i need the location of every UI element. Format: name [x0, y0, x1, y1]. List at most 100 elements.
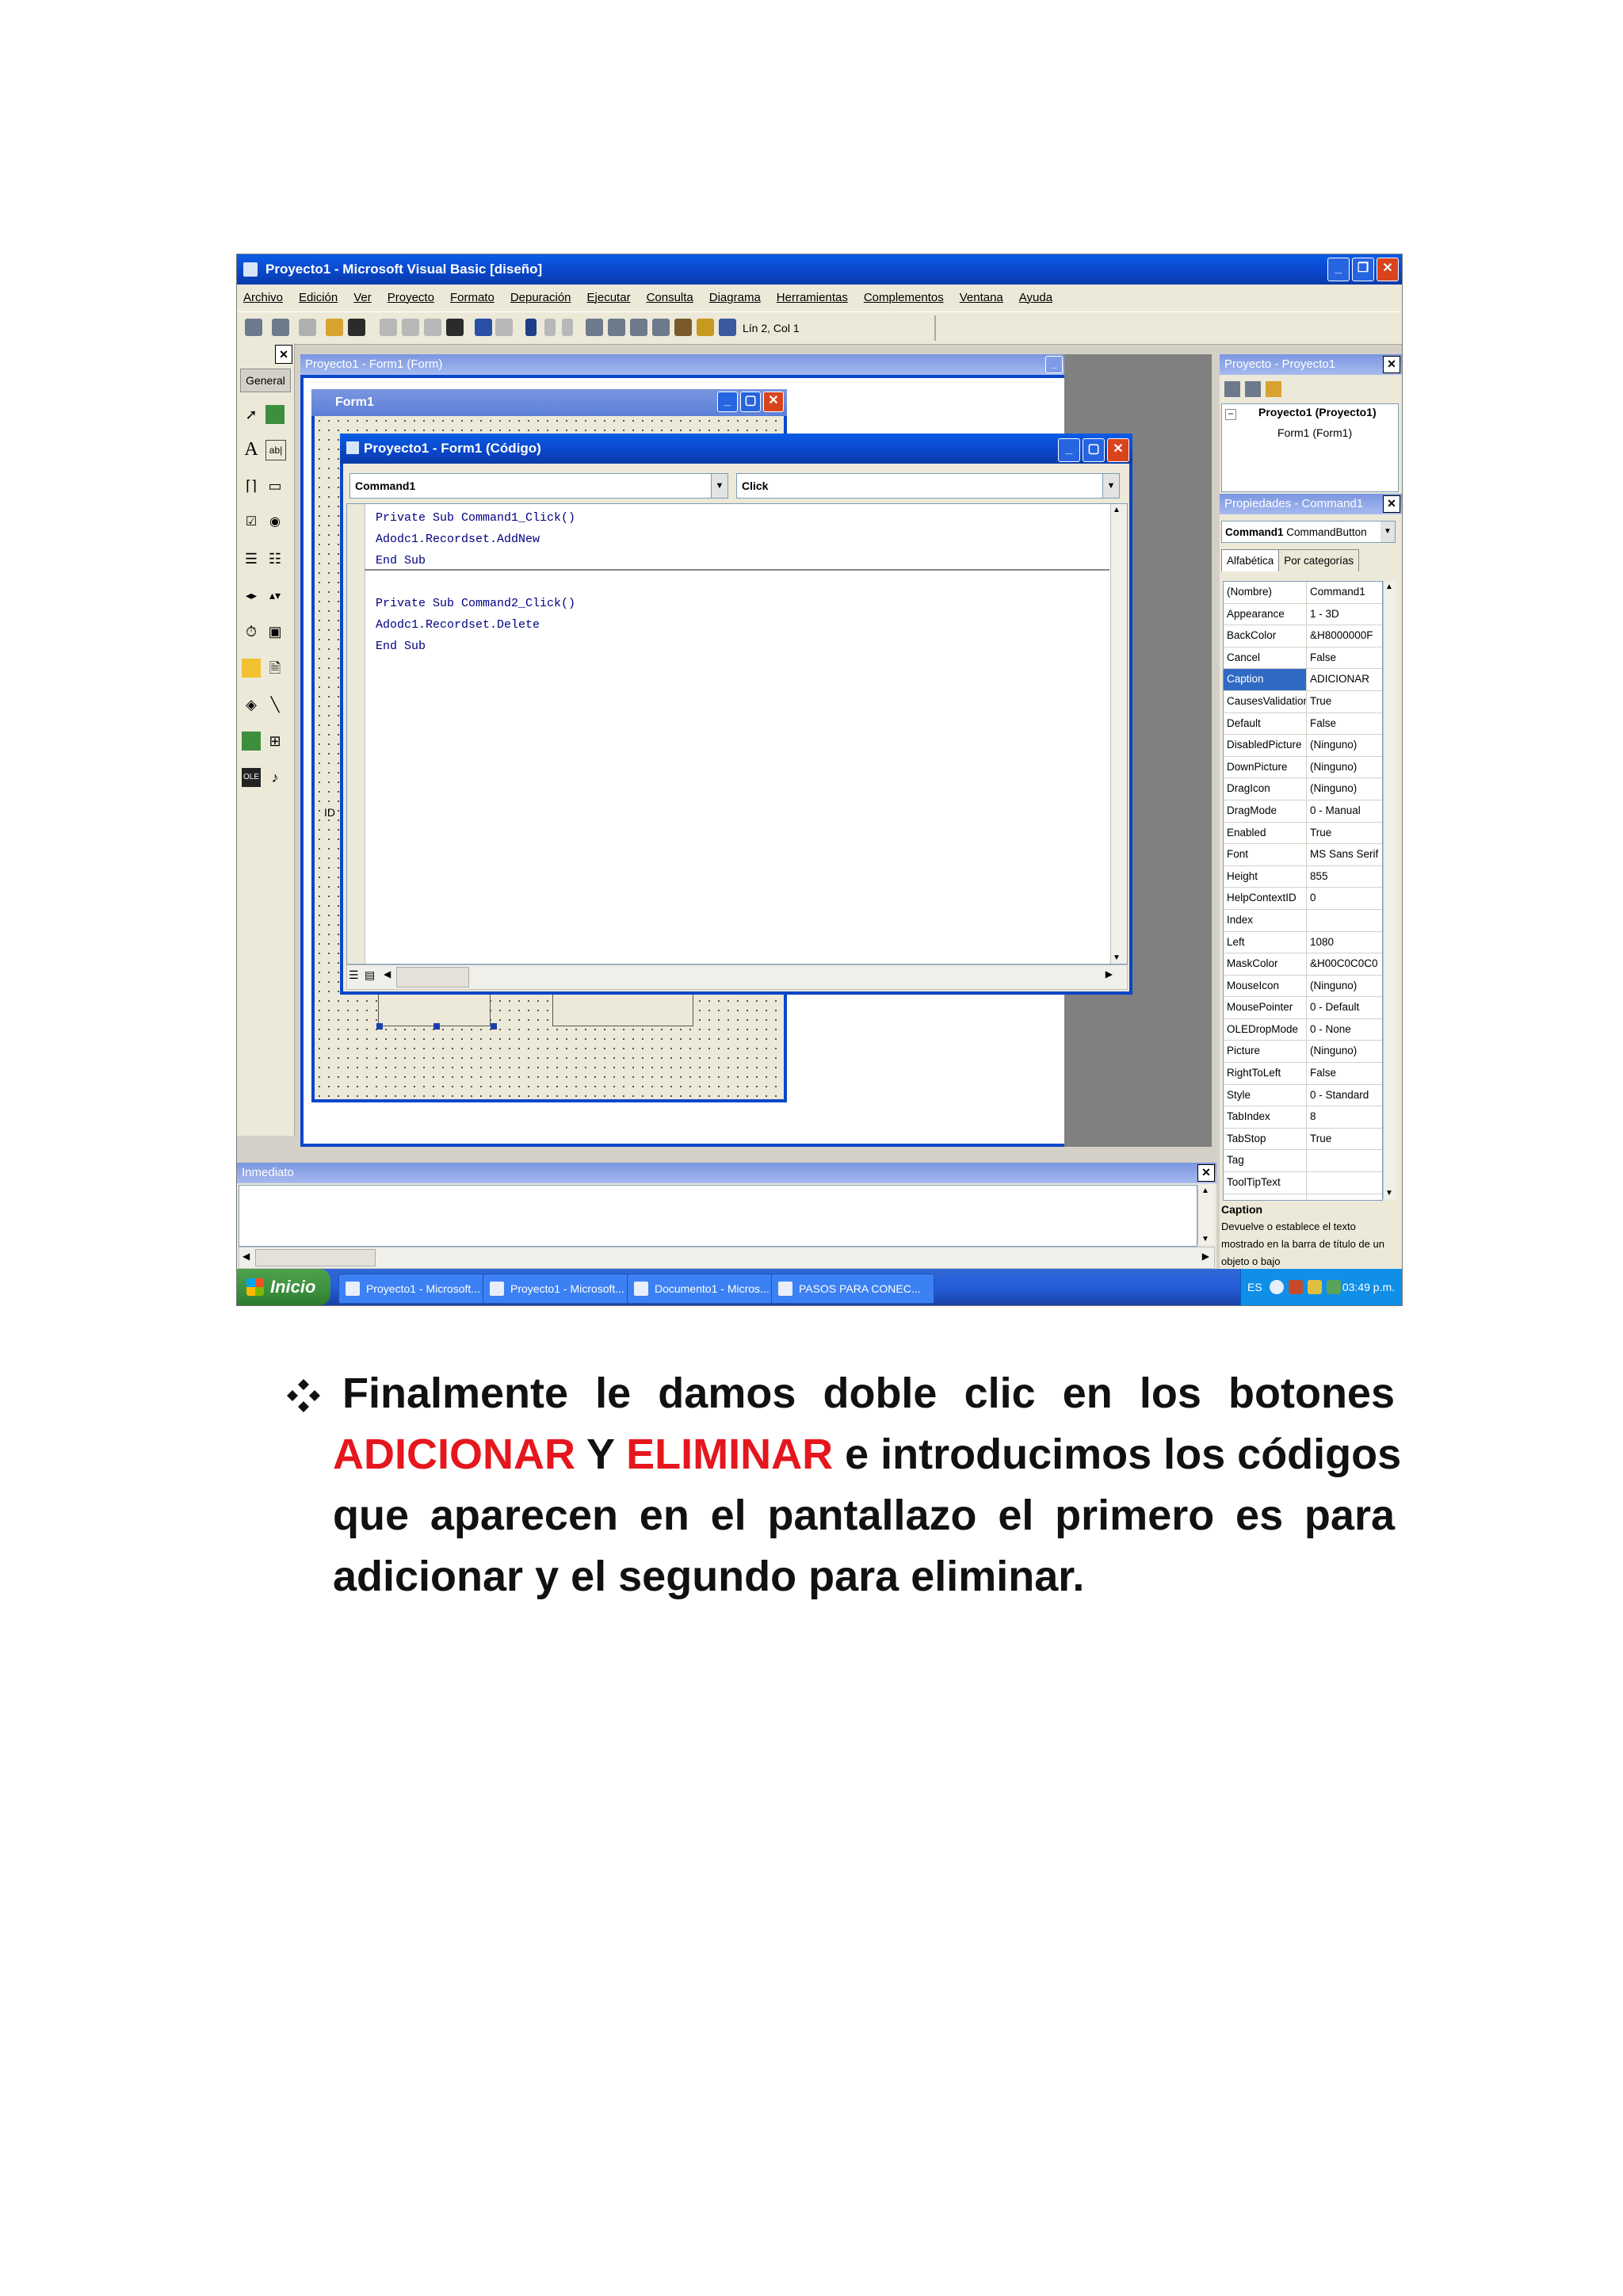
start-button[interactable]: Inicio: [237, 1269, 330, 1305]
property-value[interactable]: [1307, 1150, 1382, 1171]
property-value[interactable]: (Ninguno): [1307, 976, 1382, 997]
drivelistbox-icon[interactable]: ▣: [265, 622, 285, 641]
tray-icon[interactable]: [1308, 1280, 1322, 1294]
object-combo[interactable]: Command1 ▼: [349, 473, 728, 499]
data-icon[interactable]: ⊞: [265, 732, 285, 751]
adodc-icon[interactable]: ♪: [265, 768, 285, 787]
property-value[interactable]: 0: [1307, 888, 1382, 909]
label-icon[interactable]: A: [242, 440, 261, 459]
full-module-view-icon[interactable]: ▤: [365, 968, 379, 984]
property-row[interactable]: TabIndex 8: [1224, 1106, 1382, 1129]
property-value[interactable]: True: [1307, 1129, 1382, 1150]
property-row[interactable]: MouseIcon (Ninguno): [1224, 975, 1382, 998]
property-row[interactable]: Cancel False: [1224, 647, 1382, 670]
copy-icon[interactable]: [402, 319, 419, 336]
undo-icon[interactable]: [475, 319, 492, 336]
property-row[interactable]: Appearance 1 - 3D: [1224, 603, 1382, 626]
image-icon[interactable]: [242, 732, 261, 751]
property-value[interactable]: True: [1307, 691, 1382, 712]
menu-item[interactable]: Ayuda: [1019, 285, 1052, 311]
property-value[interactable]: True: [1307, 823, 1382, 844]
property-value[interactable]: 0 - Manual: [1307, 800, 1382, 822]
menu-item[interactable]: Consulta: [647, 285, 693, 311]
tray-icon[interactable]: [1327, 1280, 1341, 1294]
project-close-icon[interactable]: ✕: [1383, 356, 1400, 373]
property-value[interactable]: MS Sans Serif: [1307, 844, 1382, 865]
tray-icon[interactable]: [1270, 1280, 1284, 1294]
property-value[interactable]: &H00C0C0C0: [1307, 953, 1382, 975]
selection-handle[interactable]: [376, 1023, 383, 1030]
code-horizontal-scrollbar[interactable]: ☰ ▤ ◀ ▶: [346, 965, 1128, 990]
frame-icon[interactable]: ⌈⌉: [242, 476, 261, 495]
scroll-left-icon[interactable]: ◀: [242, 1251, 250, 1262]
property-value[interactable]: ADICIONAR: [1307, 669, 1382, 690]
paste-icon[interactable]: [424, 319, 441, 336]
property-value[interactable]: [1307, 1172, 1382, 1194]
property-value[interactable]: 8: [1307, 1106, 1382, 1128]
scroll-down-icon[interactable]: ▼: [1201, 1235, 1209, 1244]
scroll-up-icon[interactable]: ▲: [1201, 1186, 1209, 1195]
toolbox-icon[interactable]: [674, 319, 692, 336]
scroll-thumb[interactable]: [396, 967, 469, 988]
property-value[interactable]: 0 - Default: [1307, 997, 1382, 1018]
menu-item[interactable]: Archivo: [243, 285, 283, 311]
scroll-thumb[interactable]: [255, 1249, 376, 1266]
toolbox-close-icon[interactable]: ✕: [275, 345, 292, 364]
adicionar-button-preview[interactable]: [378, 993, 491, 1026]
hscrollbar-icon[interactable]: ◂▸: [242, 586, 261, 605]
property-row[interactable]: ToolTipText: [1224, 1172, 1382, 1194]
property-row[interactable]: RightToLeft False: [1224, 1063, 1382, 1085]
property-value[interactable]: (Ninguno): [1307, 735, 1382, 756]
property-row[interactable]: MaskColor &H00C0C0C0: [1224, 953, 1382, 976]
property-value[interactable]: (Ninguno): [1307, 778, 1382, 800]
tab-por-categorias[interactable]: Por categorías: [1279, 549, 1360, 571]
property-value[interactable]: 1 - 3D: [1307, 604, 1382, 625]
find-icon[interactable]: [446, 319, 464, 336]
taskbar-item[interactable]: Documento1 - Micros...: [627, 1274, 790, 1304]
code-editor[interactable]: Private Sub Command1_Click() Adodc1.Recor…: [346, 503, 1128, 965]
combobox-icon[interactable]: ☰: [242, 549, 261, 568]
shape-icon[interactable]: ◈: [242, 695, 261, 714]
taskbar-item[interactable]: Proyecto1 - Microsoft...: [338, 1274, 502, 1304]
textbox-icon[interactable]: ab|: [265, 440, 286, 460]
code-minimize-button[interactable]: _: [1058, 438, 1080, 462]
property-row[interactable]: Font MS Sans Serif: [1224, 844, 1382, 866]
project-explorer-icon[interactable]: [586, 319, 603, 336]
language-indicator[interactable]: ES: [1247, 1269, 1262, 1305]
property-row[interactable]: Default False: [1224, 712, 1382, 735]
scroll-down-icon[interactable]: ▼: [1385, 1189, 1393, 1198]
property-row[interactable]: Style 0 - Standard: [1224, 1084, 1382, 1107]
line-icon[interactable]: ╲: [265, 695, 285, 714]
property-row[interactable]: HelpContextID 0: [1224, 888, 1382, 910]
chevron-down-icon[interactable]: ▼: [1102, 474, 1119, 498]
code-close-button[interactable]: ✕: [1107, 438, 1129, 462]
menu-editor-icon[interactable]: [299, 319, 316, 336]
immediate-close-icon[interactable]: ✕: [1197, 1164, 1215, 1182]
view-object-icon[interactable]: [1245, 381, 1261, 397]
properties-scrollbar[interactable]: ▲ ▼: [1383, 581, 1396, 1199]
property-row[interactable]: MousePointer 0 - Default: [1224, 997, 1382, 1019]
object-browser-icon[interactable]: [652, 319, 670, 336]
menu-item[interactable]: Complementos: [864, 285, 944, 311]
property-row[interactable]: Left 1080: [1224, 931, 1382, 954]
start-icon[interactable]: [525, 319, 537, 336]
form-layout-icon[interactable]: [630, 319, 647, 336]
tray-icon[interactable]: [1289, 1280, 1303, 1294]
menu-item[interactable]: Ver: [353, 285, 372, 311]
properties-window-icon[interactable]: [608, 319, 625, 336]
property-row[interactable]: OLEDropMode 0 - None: [1224, 1018, 1382, 1041]
property-row[interactable]: (Nombre) Command1: [1224, 582, 1382, 604]
properties-close-icon[interactable]: ✕: [1383, 495, 1400, 513]
view-code-icon[interactable]: [1224, 381, 1240, 397]
property-row[interactable]: TabStop True: [1224, 1128, 1382, 1151]
form1-close-button[interactable]: ✕: [763, 392, 784, 412]
procedure-view-icon[interactable]: ☰: [349, 968, 363, 984]
chevron-down-icon[interactable]: ▼: [711, 474, 727, 498]
ole-icon[interactable]: OLE: [242, 768, 261, 787]
property-value[interactable]: False: [1307, 1063, 1382, 1084]
code-vertical-scrollbar[interactable]: ▲ ▼: [1110, 504, 1127, 964]
menu-item[interactable]: Proyecto: [388, 285, 434, 311]
property-value[interactable]: Command1: [1307, 582, 1382, 603]
property-row[interactable]: Index: [1224, 909, 1382, 932]
immediate-input[interactable]: [239, 1185, 1197, 1247]
